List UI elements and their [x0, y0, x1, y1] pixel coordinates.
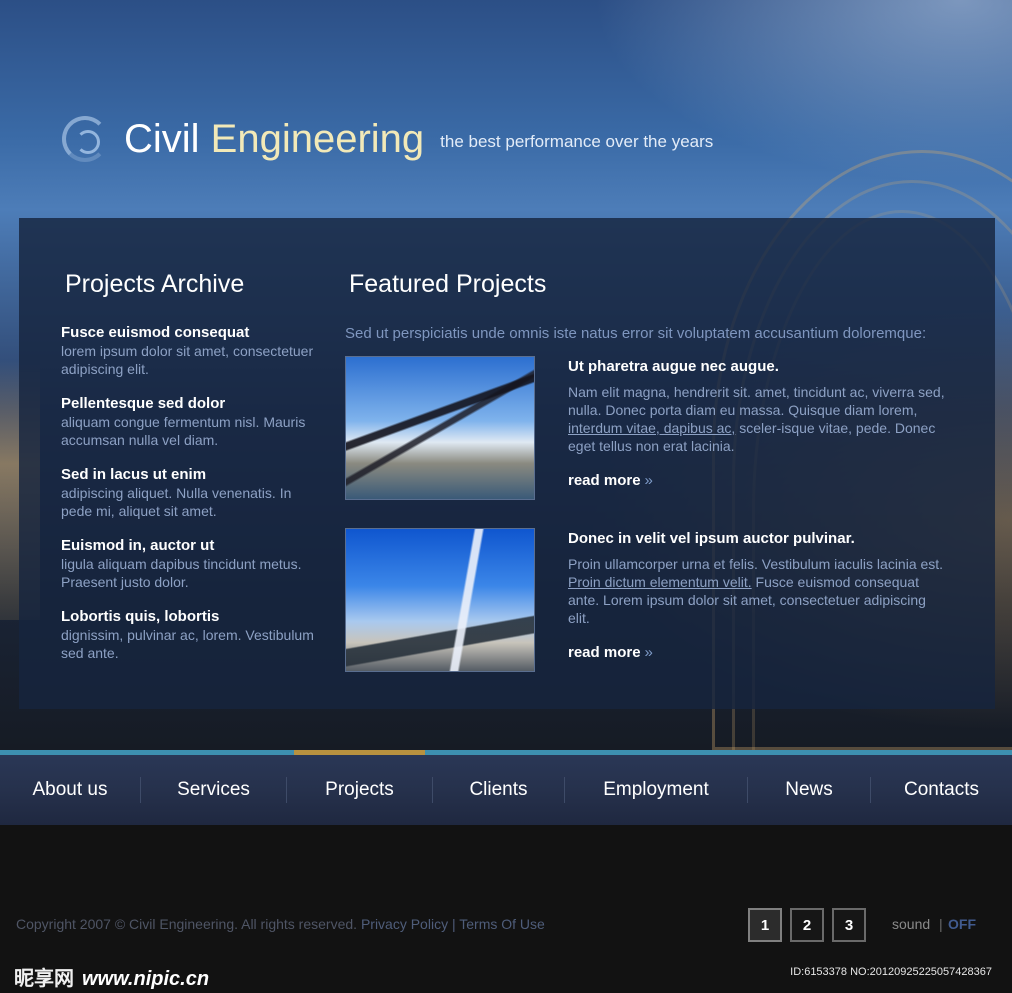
archive-item[interactable]: Lobortis quis, lobortis dignissim, pulvi…: [61, 608, 321, 662]
archive-item[interactable]: Fusce euismod consequat lorem ipsum dolo…: [61, 324, 321, 378]
featured-project: Donec in velit vel ipsum auctor pulvinar…: [345, 528, 955, 678]
project-text-a: Nam elit magna, hendrerit sit. amet, tin…: [568, 384, 945, 418]
project-text: Nam elit magna, hendrerit sit. amet, tin…: [568, 383, 948, 455]
archive-item-text: dignissim, pulvinar ac, lorem. Vestibulu…: [61, 627, 314, 661]
site-title-part2: Engineering: [210, 116, 425, 161]
nav-item-employment[interactable]: Employment: [565, 755, 747, 825]
archive-item[interactable]: Pellentesque sed dolor aliquam congue fe…: [61, 395, 321, 449]
watermark-logo: 昵享网 www.nipic.cn: [14, 962, 209, 991]
project-title: Ut pharetra augue nec augue.: [568, 358, 779, 375]
read-more-link[interactable]: read more»: [568, 472, 653, 489]
site-title: Civil Engineering: [124, 117, 424, 162]
project-inline-link[interactable]: Proin dictum elementum velit.: [568, 574, 752, 590]
double-chevron-right-icon: »: [644, 472, 653, 489]
archive-item-title[interactable]: Fusce euismod consequat: [61, 324, 321, 342]
site-tagline: the best performance over the years: [440, 132, 714, 151]
content-panel: Projects Archive Fusce euismod consequat…: [19, 218, 995, 709]
nav-item-about-us[interactable]: About us: [0, 755, 140, 825]
archive-list: Fusce euismod consequat lorem ipsum dolo…: [61, 324, 321, 679]
watermark-id: ID:6153378 NO:20120925225057428367: [790, 966, 992, 978]
archive-item[interactable]: Sed in lacus ut enim adipiscing aliquet.…: [61, 466, 321, 520]
main-nav: About us Services Projects Clients Emplo…: [0, 755, 1012, 825]
swirl-logo-icon: [62, 116, 108, 162]
page-button-1[interactable]: 1: [748, 908, 782, 942]
read-more-label: read more: [568, 472, 641, 489]
watermark-url: www.nipic.cn: [82, 968, 210, 990]
project-inline-link[interactable]: interdum vitae, dapibus ac,: [568, 420, 735, 436]
nav-item-services[interactable]: Services: [141, 755, 286, 825]
privacy-policy-link[interactable]: Privacy Policy: [361, 916, 448, 932]
double-chevron-right-icon: »: [644, 644, 653, 661]
footer-copyright: Copyright 2007 © Civil Engineering. All …: [16, 916, 545, 932]
page-button-2[interactable]: 2: [790, 908, 824, 942]
archive-item-title[interactable]: Euismod in, auctor ut: [61, 537, 321, 555]
sound-toggle[interactable]: OFF: [948, 916, 976, 932]
archive-item-text: lorem ipsum dolor sit amet, consectetuer…: [61, 343, 314, 377]
watermark-brand: 昵享网: [14, 968, 74, 990]
archive-item-text: aliquam congue fermentum nisl. Mauris ac…: [61, 414, 306, 448]
bridge-photo-thumbnail[interactable]: [345, 356, 535, 500]
site-logo[interactable]: Civil Engineering the best performance o…: [62, 116, 713, 162]
read-more-link[interactable]: read more»: [568, 644, 653, 661]
copyright-text: Copyright 2007 © Civil Engineering. All …: [16, 916, 358, 932]
project-body: Ut pharetra augue nec augue. Nam elit ma…: [568, 358, 948, 455]
archive-item[interactable]: Euismod in, auctor ut ligula aliquam dap…: [61, 537, 321, 591]
archive-item-text: ligula aliquam dapibus tincidunt metus. …: [61, 556, 302, 590]
archive-item-title[interactable]: Lobortis quis, lobortis: [61, 608, 321, 626]
nav-item-clients[interactable]: Clients: [433, 755, 564, 825]
bridge-photo-thumbnail[interactable]: [345, 528, 535, 672]
read-more-label: read more: [568, 644, 641, 661]
archive-item-title[interactable]: Pellentesque sed dolor: [61, 395, 321, 413]
projects-archive-heading: Projects Archive: [65, 270, 245, 298]
featured-projects-heading: Featured Projects: [349, 270, 547, 298]
site-title-part1: Civil: [124, 116, 211, 161]
featured-project: Ut pharetra augue nec augue. Nam elit ma…: [345, 356, 955, 506]
sound-separator: |: [939, 916, 943, 932]
nav-item-news[interactable]: News: [748, 755, 870, 825]
archive-item-title[interactable]: Sed in lacus ut enim: [61, 466, 321, 484]
terms-of-use-link[interactable]: Terms Of Use: [459, 916, 545, 932]
nav-item-projects[interactable]: Projects: [287, 755, 432, 825]
sound-label: sound: [892, 916, 931, 932]
footer-separator: |: [451, 916, 456, 932]
project-text-a: Proin ullamcorper urna et felis. Vestibu…: [568, 556, 944, 572]
project-title: Donec in velit vel ipsum auctor pulvinar…: [568, 530, 855, 547]
page-button-3[interactable]: 3: [832, 908, 866, 942]
archive-item-text: adipiscing aliquet. Nulla venenatis. In …: [61, 485, 292, 519]
project-text: Proin ullamcorper urna et felis. Vestibu…: [568, 555, 948, 627]
project-body: Donec in velit vel ipsum auctor pulvinar…: [568, 530, 948, 627]
nav-item-contacts[interactable]: Contacts: [871, 755, 1012, 825]
featured-intro: Sed ut perspiciatis unde omnis iste natu…: [345, 325, 927, 342]
